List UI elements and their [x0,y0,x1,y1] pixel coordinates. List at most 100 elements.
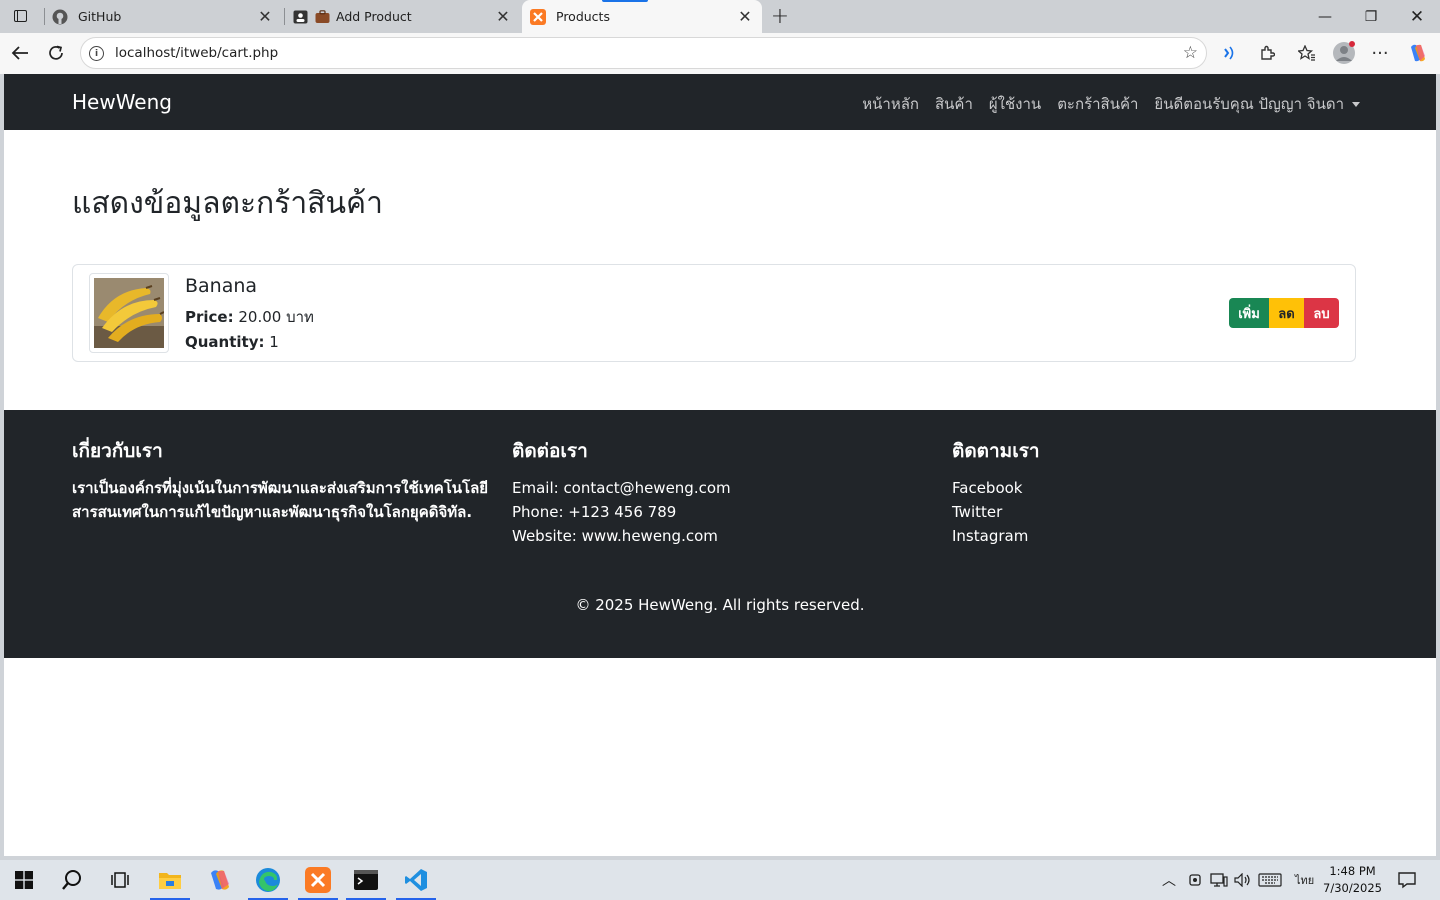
vscode-app-button[interactable] [392,860,440,900]
tab-products[interactable]: Products ✕ [522,0,762,33]
clock-time: 1:48 PM [1329,864,1376,878]
nav-link-products[interactable]: สินค้า [935,92,973,116]
site-brand[interactable]: HewWeng [72,90,172,114]
input-language-indicator[interactable]: ไทย [1295,860,1314,900]
copilot-icon[interactable] [1404,39,1432,67]
decrease-quantity-button[interactable]: ลด [1269,298,1304,328]
more-options-icon[interactable]: ··· [1366,39,1394,67]
reload-icon [49,45,63,60]
cart-item-actions: เพิ่ม ลด ลบ [1229,298,1339,328]
task-view-button[interactable] [96,860,144,900]
product-quantity: Quantity: 1 [185,333,279,351]
banana-image [94,278,164,348]
contact-card-icon [292,9,308,25]
briefcase-icon [314,9,330,25]
price-label: Price: [185,308,234,326]
reload-button[interactable] [40,37,72,69]
tab-title: Products [556,9,610,24]
quantity-label: Quantity: [185,333,265,351]
page-title: แสดงข้อมูลตะกร้าสินค้า [72,186,383,221]
volume-icon[interactable] [1234,860,1252,900]
search-button[interactable] [48,860,96,900]
profile-avatar-icon[interactable] [1330,39,1358,67]
footer-link-facebook[interactable]: Facebook [952,476,1040,500]
nav-link-home[interactable]: หน้าหลัก [862,92,919,116]
close-window-button[interactable]: ✕ [1394,0,1440,33]
tab-github[interactable]: GitHub ✕ [44,0,282,33]
tab-title: GitHub [78,9,122,24]
network-icon[interactable] [1210,860,1228,900]
sidebar-toggle-icon [13,10,27,22]
clock-date: 7/30/2025 [1323,881,1382,895]
footer-contact-website: Website: www.heweng.com [512,527,718,545]
edge-browser-button[interactable] [244,860,292,900]
site-footer: เกี่ยวกับเรา เราเป็นองค์กรที่มุ่งเน้นในก… [4,410,1436,658]
notification-icon [1398,872,1416,889]
copilot-icon [211,870,229,890]
address-bar[interactable]: i localhost/itweb/cart.php ☆ [80,37,1207,69]
footer-follow-title: ติดตามเรา [952,440,1040,462]
xampp-app-button[interactable] [294,860,342,900]
keyboard-icon[interactable] [1258,860,1282,900]
remove-item-button[interactable]: ลบ [1304,298,1339,328]
start-button[interactable] [0,860,48,900]
site-info-icon[interactable]: i [89,46,104,61]
nav-links: หน้าหลัก สินค้า ผู้ใช้งาน ตะกร้าสินค้า ย… [862,92,1360,116]
back-arrow-icon [11,46,28,60]
footer-contact: ติดต่อเรา Email: contact@heweng.com Phon… [512,436,731,548]
nav-link-cart[interactable]: ตะกร้าสินค้า [1057,92,1138,116]
increase-quantity-button[interactable]: เพิ่ม [1229,298,1269,328]
chevron-down-icon [1352,102,1360,107]
folder-icon [159,873,181,889]
copilot-app-button[interactable] [196,860,244,900]
footer-follow: ติดตามเรา Facebook Twitter Instagram [952,436,1040,548]
edge-icon [256,868,280,892]
footer-about-title: เกี่ยวกับเรา [72,440,163,462]
close-icon[interactable]: ✕ [734,6,756,28]
browser-tab-strip: GitHub ✕ Add Product ✕ Products ✕ + — ❐ … [0,0,1440,33]
tab-actions-button[interactable] [8,6,32,26]
url-text: localhost/itweb/cart.php [115,45,279,61]
product-thumbnail [89,273,169,353]
read-aloud-icon[interactable] [1216,39,1244,67]
file-explorer-button[interactable] [146,860,194,900]
footer-contact-email: Email: contact@heweng.com [512,479,731,497]
back-button[interactable] [4,37,36,69]
footer-about-text: เราเป็นองค์กรที่มุ่งเน้นในการพัฒนาและส่ง… [72,479,489,521]
tab-title: Add Product [336,9,412,24]
xampp-icon [530,8,546,25]
meet-now-icon[interactable] [1188,860,1202,900]
close-icon[interactable]: ✕ [492,6,514,28]
task-view-icon [111,872,129,888]
page-viewport: HewWeng หน้าหลัก สินค้า ผู้ใช้งาน ตะกร้า… [4,74,1436,856]
nav-link-users[interactable]: ผู้ใช้งาน [989,92,1041,116]
tab-separator [44,8,45,25]
windows-taskbar: ︿ ไทย 1:48 PM 7/30/2025 [0,860,1440,900]
tab-add-product[interactable]: Add Product ✕ [284,0,520,33]
windows-logo-icon [15,871,33,889]
close-icon[interactable]: ✕ [254,6,276,28]
minimize-button[interactable]: — [1302,0,1348,33]
notifications-button[interactable] [1398,860,1416,900]
price-value: 20.00 บาท [238,308,314,326]
footer-link-twitter[interactable]: Twitter [952,500,1040,524]
show-hidden-icons[interactable]: ︿ [1162,860,1176,900]
system-clock[interactable]: 1:48 PM 7/30/2025 [1323,863,1382,897]
footer-about: เกี่ยวกับเรา เราเป็นองค์กรที่มุ่งเน้นในก… [72,436,492,524]
github-icon [52,9,68,25]
footer-link-instagram[interactable]: Instagram [952,524,1040,548]
product-price: Price: 20.00 บาท [185,305,314,329]
terminal-app-button[interactable] [342,860,390,900]
site-navbar: HewWeng หน้าหลัก สินค้า ผู้ใช้งาน ตะกร้า… [4,74,1436,130]
restore-button[interactable]: ❐ [1348,0,1394,33]
browser-toolbar: i localhost/itweb/cart.php ☆ ··· [0,33,1440,74]
favorites-icon[interactable] [1293,39,1321,67]
new-tab-button[interactable]: + [768,4,792,29]
xampp-icon [305,867,331,893]
nav-user-greeting: ยินดีตอนรับคุณ ปัญญา จินดา [1154,95,1344,113]
extensions-icon[interactable] [1253,39,1281,67]
quantity-value: 1 [269,333,279,351]
search-icon [62,870,81,890]
nav-user-dropdown[interactable]: ยินดีตอนรับคุณ ปัญญา จินดา [1154,92,1360,116]
favorite-star-icon[interactable]: ☆ [1183,43,1198,63]
